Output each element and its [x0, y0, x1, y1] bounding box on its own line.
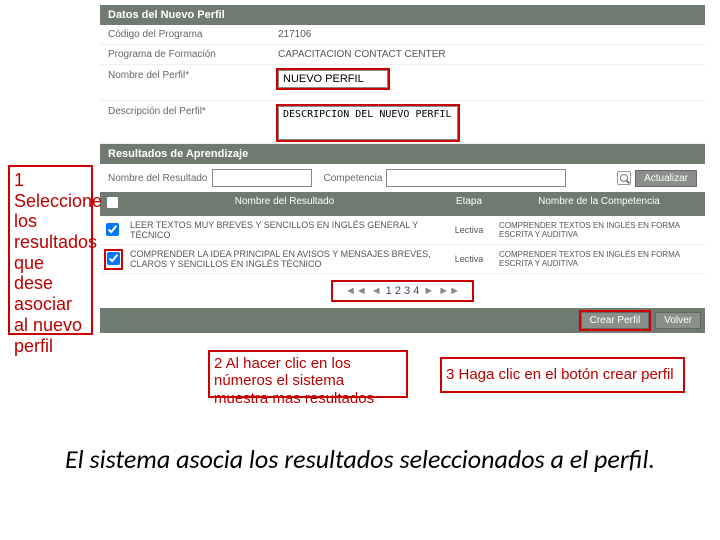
- crear-perfil-button[interactable]: Crear Perfil: [581, 312, 650, 329]
- th-competencia: Nombre de la Competencia: [499, 196, 699, 212]
- cell-nombre: LEER TEXTOS MUY BREVES Y SENCILLOS EN IN…: [130, 220, 439, 240]
- row-programa: Programa de Formación CAPACITACION CONTA…: [100, 45, 705, 65]
- actualizar-button[interactable]: Actualizar: [635, 170, 697, 187]
- checkbox-select-all[interactable]: [106, 196, 119, 209]
- section-resultados-header: Resultados de Aprendizaje: [100, 144, 705, 164]
- label-competencia: Competencia: [324, 173, 383, 184]
- textarea-descripcion[interactable]: [278, 106, 458, 140]
- label-descripcion: Descripción del Perfil*: [108, 106, 278, 117]
- callout-3: 3 Haga clic en el botón crear perfil: [440, 357, 685, 393]
- row-checkbox[interactable]: [107, 252, 120, 265]
- volver-button[interactable]: Volver: [655, 312, 701, 329]
- table-row: LEER TEXTOS MUY BREVES Y SENCILLOS EN IN…: [100, 216, 705, 245]
- search-row: Nombre del Resultado Competencia Actuali…: [100, 164, 705, 192]
- cell-comp: COMPRENDER TEXTOS EN INGLÉS EN FORMA ESC…: [499, 250, 699, 268]
- callout-2: 2 Al hacer clic en los números el sistem…: [208, 350, 408, 398]
- search-icon[interactable]: [617, 171, 631, 185]
- pager-first-icon[interactable]: ◄◄: [345, 285, 367, 297]
- label-codigo: Código del Programa: [108, 29, 278, 40]
- cell-nombre: COMPRENDER LA IDEA PRINCIPAL EN AVISOS Y…: [130, 249, 439, 269]
- pager-wrap: ◄◄ ◄ 1 2 3 4 ► ►►: [100, 274, 705, 308]
- input-nombre-resultado[interactable]: [212, 169, 312, 187]
- footer-buttons: Crear Perfil Volver: [100, 308, 705, 333]
- table-row: COMPRENDER LA IDEA PRINCIPAL EN AVISOS Y…: [100, 245, 705, 274]
- section-datos-header: Datos del Nuevo Perfil: [100, 5, 705, 25]
- pager-pages[interactable]: 1 2 3 4: [386, 285, 420, 297]
- value-codigo: 217106: [278, 29, 311, 40]
- th-etapa: Etapa: [439, 196, 499, 212]
- label-nombre: Nombre del Perfil*: [108, 70, 278, 81]
- label-nombre-resultado: Nombre del Resultado: [108, 173, 208, 184]
- callout-1: 1 Seleccione los resultados que dese aso…: [8, 165, 93, 335]
- cell-etapa: Lectiva: [439, 254, 499, 264]
- cell-etapa: Lectiva: [439, 225, 499, 235]
- pager-next-icon[interactable]: ►: [423, 285, 434, 297]
- row-descripcion: Descripción del Perfil*: [100, 101, 705, 144]
- pager-last-icon[interactable]: ►►: [438, 285, 460, 297]
- pager-prev-icon[interactable]: ◄: [371, 285, 382, 297]
- caption-text: El sistema asocia los resultados selecci…: [0, 445, 720, 475]
- input-nombre-perfil[interactable]: [278, 70, 388, 88]
- app-panel: Datos del Nuevo Perfil Código del Progra…: [100, 5, 705, 333]
- value-programa: CAPACITACION CONTACT CENTER: [278, 49, 446, 60]
- cell-comp: COMPRENDER TEXTOS EN INGLÉS EN FORMA ESC…: [499, 221, 699, 239]
- label-programa: Programa de Formación: [108, 49, 278, 60]
- pager: ◄◄ ◄ 1 2 3 4 ► ►►: [331, 280, 474, 302]
- row-nombre: Nombre del Perfil*: [100, 65, 705, 101]
- table-header: Nombre del Resultado Etapa Nombre de la …: [100, 192, 705, 216]
- th-nombre: Nombre del Resultado: [130, 196, 439, 212]
- input-competencia[interactable]: [386, 169, 566, 187]
- row-codigo: Código del Programa 217106: [100, 25, 705, 45]
- row-checkbox[interactable]: [106, 223, 119, 236]
